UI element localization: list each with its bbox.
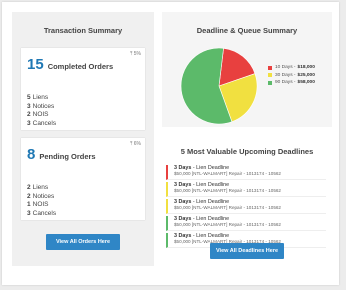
legend-item-90-days: 90 Days - $58,000: [268, 79, 315, 87]
pending-orders-card: ⤒ 6% 8 Pending Orders 2 Liens 2 Notices 1N…: [21, 138, 145, 220]
completed-count-row: 15 Completed Orders: [27, 56, 113, 73]
dashboard-panel: Transaction Summary ⤒ 5% 15 Completed Or…: [2, 2, 339, 285]
stat-row: 1 NOIS: [27, 201, 49, 208]
stat-row: 3 Cancels: [27, 119, 57, 127]
deadline-item[interactable]: 3 Days - Lien Deadline $50,000 [NTL-WALM…: [166, 182, 326, 197]
legend-swatch: [268, 65, 272, 70]
deadline-item[interactable]: 3 Days - Lien Deadline $50,000 [NTL-WALM…: [166, 165, 326, 180]
deadline-item[interactable]: 3 Days - Lien Deadline $50,000 [NTL-WALM…: [166, 216, 326, 231]
stat-row: 3 Notices: [27, 102, 55, 110]
queue-pie-chart: [180, 47, 258, 125]
pie-legend: 10 Days - $18,000 30 Days - $25,000 90 Day…: [268, 64, 315, 87]
legend-swatch: [268, 73, 272, 78]
view-all-deadlines-button[interactable]: View All Deadlines Here: [210, 243, 284, 259]
deadline-item[interactable]: 3 Days - Lien Deadline $50,000 [NTL-WALM…: [166, 199, 326, 214]
deadline-queue-summary-title: Deadline & Queue Summary: [196, 26, 298, 35]
pending-count: 8: [27, 146, 36, 163]
pending-pct-badge: ⤒ 6%: [130, 141, 141, 147]
stat-row: 2 Liens: [27, 184, 49, 191]
upcoming-deadlines-panel: 5 Most Valuable Upcoming Deadlines 3 Day…: [162, 135, 332, 266]
view-all-orders-button[interactable]: View All Orders Here: [46, 234, 120, 250]
pending-count-row: 8 Pending Orders: [27, 146, 96, 163]
deadline-list: 3 Days - Lien Deadline $50,000 [NTL-WALM…: [166, 165, 326, 250]
right-column: Deadline & Queue Summary 10 Days - $18,00…: [162, 12, 332, 266]
completed-pct-badge: ⤒ 5%: [130, 51, 141, 57]
completed-count: 15: [27, 56, 44, 73]
stat-row: 2 Notices: [27, 192, 55, 200]
pending-stats: 2 Liens 2 Notices 1 NOIS 3 Cancels: [27, 184, 56, 218]
deadline-queue-summary-panel: Deadline & Queue Summary 10 Days - $18,00…: [162, 12, 332, 127]
completed-stats: 5 Liens 3 Notices 2 NOIS 3 Cancels: [27, 94, 56, 128]
pending-label: Pending Orders: [39, 152, 96, 161]
legend-item-30-days: 30 Days - $25,000: [268, 72, 315, 80]
legend-item-10-days: 10 Days - $18,000: [268, 64, 315, 72]
stat-row: 5 Liens: [27, 94, 49, 101]
upcoming-deadlines-title: 5 Most Valuable Upcoming Deadlines: [180, 147, 314, 156]
completed-orders-card: ⤒ 5% 15 Completed Orders 5 Liens 3 Notices…: [21, 48, 145, 130]
legend-swatch: [268, 80, 272, 85]
transaction-summary-title: Transaction Summary: [43, 26, 123, 35]
stat-row: 2 NOIS: [27, 111, 49, 118]
stat-row: 3 Cancels: [27, 209, 57, 217]
completed-label: Completed Orders: [47, 62, 114, 71]
transaction-summary-panel: Transaction Summary ⤒ 5% 15 Completed Or…: [12, 12, 154, 266]
